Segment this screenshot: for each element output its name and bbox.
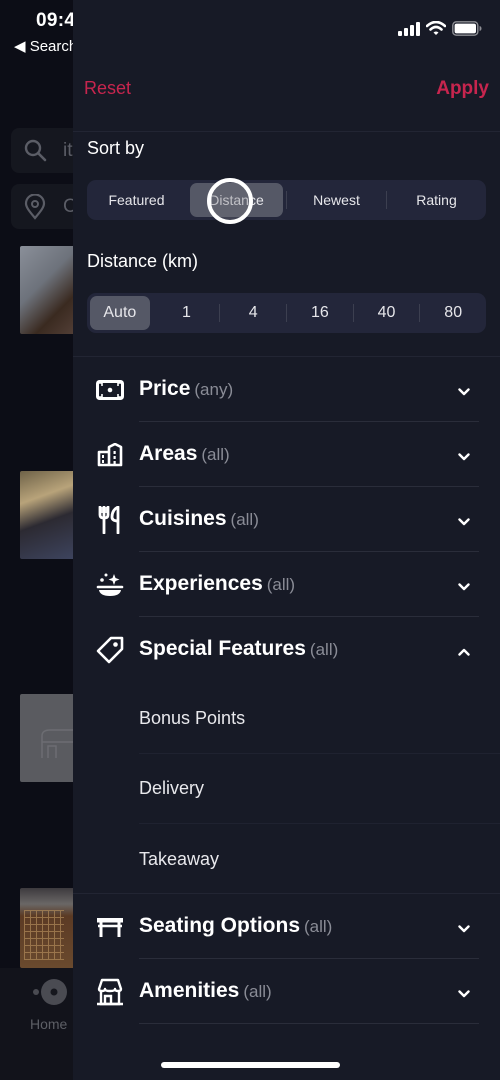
special-feature-option[interactable]: Takeaway	[139, 849, 219, 870]
chevron-up-icon[interactable]	[458, 643, 470, 661]
background-search-text: it	[63, 140, 73, 161]
filter-row-special-features[interactable]: Special Features (all)	[73, 617, 500, 682]
row-divider	[139, 1023, 479, 1024]
distance-option-16[interactable]: 16	[290, 296, 350, 330]
filter-header: Reset Apply	[73, 60, 500, 130]
filter-qualifier: (all)	[309, 640, 339, 659]
distance-option-4[interactable]: 4	[223, 296, 283, 330]
filter-row-experiences[interactable]: Experiences (all)	[73, 552, 500, 617]
distance-segmented-control: Auto 1 4 16 40 80	[87, 293, 486, 333]
restaurant-thumbnail	[20, 471, 80, 559]
distance-option-1[interactable]: 1	[157, 296, 217, 330]
segment-separator	[419, 304, 421, 322]
segment-separator	[352, 304, 354, 322]
header-divider	[73, 131, 500, 132]
sort-option-featured[interactable]: Featured	[90, 183, 183, 217]
filter-title: Seating Options (all)	[139, 914, 333, 937]
chevron-down-icon[interactable]	[458, 448, 470, 466]
utensils-icon	[95, 506, 125, 534]
distance-label: Distance (km)	[87, 251, 199, 271]
chevron-down-icon[interactable]	[458, 578, 470, 596]
filter-title: Experiences (all)	[139, 572, 296, 595]
location-pin-icon	[23, 193, 47, 225]
touch-indicator	[207, 178, 253, 224]
chevron-down-icon[interactable]	[458, 920, 470, 938]
storefront-icon	[95, 978, 125, 1006]
home-indicator-bar[interactable]	[161, 1062, 340, 1068]
restaurant-thumbnail	[20, 888, 80, 968]
filter-qualifier: (all)	[230, 510, 259, 529]
filter-title: Special Features (all)	[139, 637, 339, 660]
filter-qualifier: (any)	[194, 380, 234, 399]
sort-by-label: Sort by	[87, 138, 145, 158]
filter-qualifier: (all)	[243, 982, 272, 1001]
restaurant-thumbnail	[20, 246, 80, 334]
filter-title: Cuisines (all)	[139, 507, 259, 530]
filter-title: Price (any)	[139, 377, 234, 400]
tag-icon	[95, 636, 125, 664]
sparkle-dish-icon	[95, 572, 125, 598]
status-icons	[398, 20, 482, 41]
reset-button[interactable]: Reset	[84, 78, 131, 99]
filter-row-seating-options[interactable]: Seating Options (all)	[73, 894, 500, 959]
filter-panel: Reset Apply Sort by Featured Distance Ne…	[73, 0, 500, 1080]
filter-qualifier: (all)	[304, 917, 333, 936]
sub-divider	[139, 753, 500, 754]
filter-title: Amenities (all)	[139, 979, 272, 1002]
sub-divider	[139, 823, 500, 824]
filter-qualifier: (all)	[266, 575, 296, 594]
restaurant-thumbnail-placeholder	[20, 694, 80, 782]
segment-separator	[286, 304, 288, 322]
money-icon	[95, 377, 125, 403]
table-icon	[95, 914, 125, 940]
filter-row-areas[interactable]: Areas (all)	[73, 422, 500, 487]
back-to-search-link[interactable]: ◀ Search	[14, 37, 77, 55]
distance-option-40[interactable]: 40	[357, 296, 417, 330]
special-feature-option[interactable]: Bonus Points	[139, 708, 245, 729]
chevron-down-icon[interactable]	[458, 513, 470, 531]
segment-separator	[219, 304, 221, 322]
chevron-down-icon[interactable]	[458, 383, 470, 401]
filter-qualifier: (all)	[201, 445, 230, 464]
special-feature-option[interactable]: Delivery	[139, 778, 204, 799]
segment-separator	[186, 191, 187, 209]
filter-row-price[interactable]: Price (any)	[73, 357, 500, 422]
sort-option-newest[interactable]: Newest	[290, 183, 383, 217]
home-tab-icon	[32, 978, 68, 1011]
apply-button[interactable]: Apply	[436, 78, 489, 100]
segment-separator	[153, 304, 154, 322]
search-icon	[23, 138, 47, 167]
distance-option-80[interactable]: 80	[423, 296, 483, 330]
sort-option-rating[interactable]: Rating	[390, 183, 483, 217]
battery-icon	[452, 21, 482, 41]
distance-option-auto[interactable]: Auto	[90, 296, 150, 330]
buildings-icon	[95, 442, 125, 468]
filter-row-amenities[interactable]: Amenities (all)	[73, 959, 500, 1024]
wifi-icon	[425, 20, 447, 41]
filter-title: Areas (all)	[139, 442, 230, 465]
segment-separator	[386, 191, 387, 209]
segment-separator	[286, 191, 287, 209]
chevron-down-icon[interactable]	[458, 985, 470, 1003]
sort-segmented-control: Featured Distance Newest Rating	[87, 180, 486, 220]
cellular-signal-icon	[398, 21, 420, 41]
home-tab-label: Home	[30, 1016, 68, 1032]
filter-row-cuisines[interactable]: Cuisines (all)	[73, 487, 500, 552]
